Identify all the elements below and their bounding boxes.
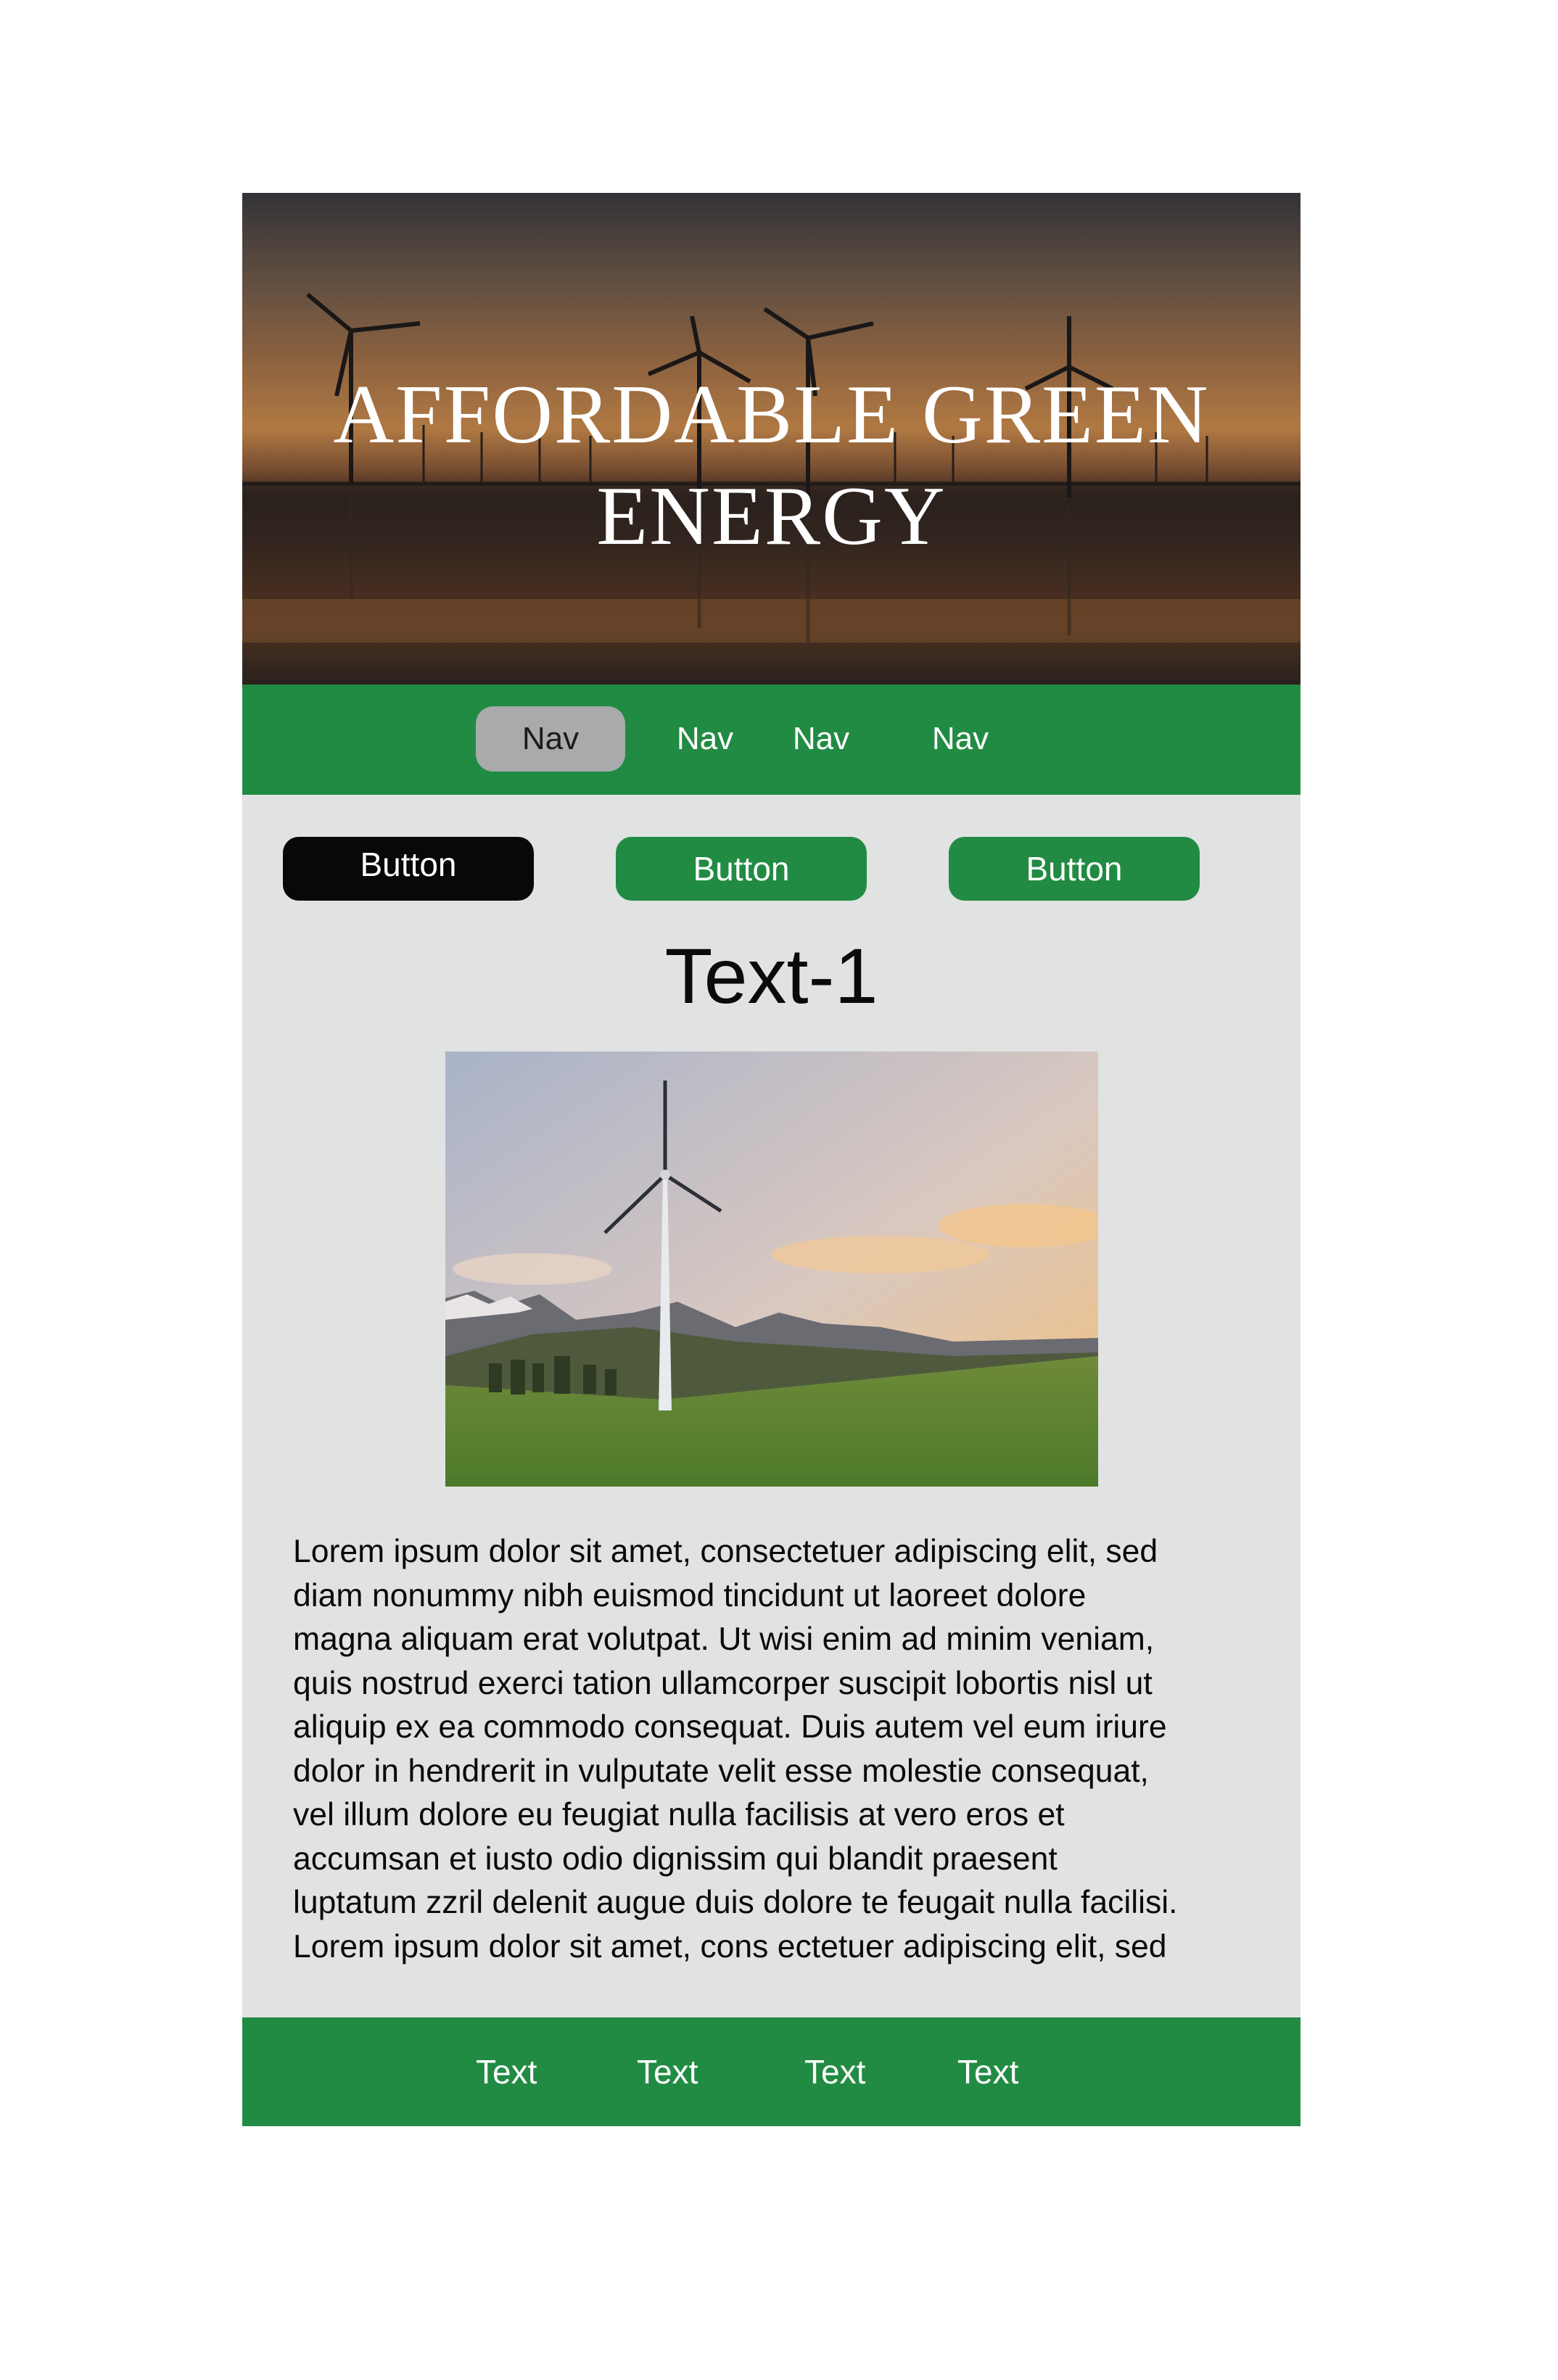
secondary-button-1[interactable]: Button [616, 837, 867, 901]
primary-button[interactable]: Button [283, 837, 534, 901]
footer-bar: Text Text Text Text [242, 2017, 1301, 2126]
paragraph-line: aliquip ex ea commodo consequat. Duis au… [293, 1709, 1167, 1745]
body-paragraph: Lorem ipsum dolor sit amet, consectetuer… [293, 1530, 1279, 1969]
footer-link-1[interactable]: Text [476, 2017, 537, 2126]
footer-link-3[interactable]: Text [804, 2017, 865, 2126]
secondary-button-2[interactable]: Button [949, 837, 1200, 901]
paragraph-line: Lorem ipsum dolor sit amet, consectetuer… [293, 1534, 1158, 1569]
footer-link-2[interactable]: Text [637, 2017, 698, 2126]
footer-link-4[interactable]: Text [957, 2017, 1018, 2126]
nav-item-4[interactable]: Nav [924, 706, 997, 772]
hero-title-line2: ENERGY [596, 470, 947, 563]
hero-title: AFFORDABLE GREEN ENERGY [242, 364, 1301, 567]
page-frame: AFFORDABLE GREEN ENERGY Nav Nav Nav Nav … [242, 193, 1301, 2126]
paragraph-line: Lorem ipsum dolor sit amet, cons ectetue… [293, 1928, 1167, 1964]
paragraph-line: vel illum dolore eu feugiat nulla facili… [293, 1797, 1065, 1832]
nav-item-3[interactable]: Nav [785, 706, 857, 772]
paragraph-line: diam nonummy nibh euismod tincidunt ut l… [293, 1577, 1087, 1613]
hero-title-line1: AFFORDABLE GREEN [333, 368, 1210, 461]
nav-item-1[interactable]: Nav [476, 706, 625, 772]
section-heading: Text-1 [664, 932, 878, 1020]
nav-item-2[interactable]: Nav [669, 706, 741, 772]
hero-banner: AFFORDABLE GREEN ENERGY [242, 193, 1301, 685]
paragraph-line: dolor in hendrerit in vulputate velit es… [293, 1753, 1149, 1789]
nav-bar: Nav Nav Nav Nav [242, 685, 1301, 795]
paragraph-line: luptatum zzril delenit augue duis dolore… [293, 1885, 1178, 1920]
paragraph-line: magna aliquam erat volutpat. Ut wisi eni… [293, 1621, 1155, 1657]
paragraph-line: accumsan et iusto odio dignissim qui bla… [293, 1840, 1058, 1877]
wind-turbine-landscape-photo [445, 1051, 1098, 1487]
paragraph-line: quis nostrud exerci tation ullamcorper s… [293, 1665, 1153, 1701]
content-image [445, 1051, 1098, 1487]
